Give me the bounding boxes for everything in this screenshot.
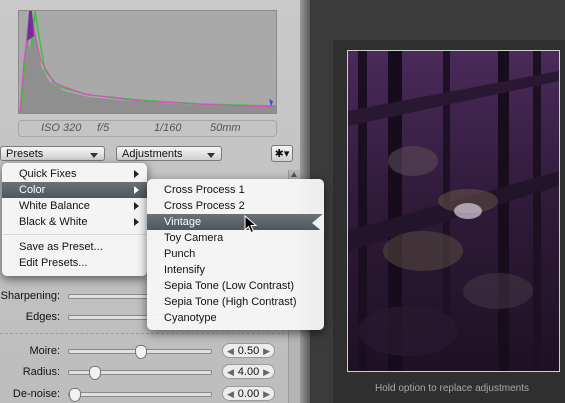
color-submenu: Cross Process 1 Cross Process 2 Vintage … — [147, 179, 324, 330]
presets-menu: Quick Fixes Color White Balance Black & … — [2, 163, 147, 276]
menu-item-quick-fixes[interactable]: Quick Fixes — [2, 166, 147, 182]
menu-item-label: White Balance — [19, 200, 90, 212]
adjustments-label: Adjustments — [122, 148, 183, 160]
exif-info: ISO 320 f/5 1/160 50mm — [18, 120, 277, 137]
scroll-up-icon[interactable] — [291, 172, 297, 177]
gear-button[interactable]: ✱▾ — [271, 145, 293, 162]
menu-item-cross-process-2[interactable]: Cross Process 2 — [147, 198, 324, 214]
chevron-down-icon — [207, 153, 215, 158]
aperture-value: f/5 — [97, 122, 110, 134]
radius-label: Radius: — [22, 366, 60, 378]
decrement-icon[interactable]: ◀ — [227, 387, 234, 402]
decrement-icon[interactable]: ◀ — [227, 344, 234, 359]
submenu-arrow-icon — [134, 186, 139, 194]
menu-item-sepia-low[interactable]: Sepia Tone (Low Contrast) — [147, 278, 324, 294]
menu-item-edit-presets[interactable]: Edit Presets... — [2, 255, 147, 271]
gear-icon: ✱▾ — [274, 148, 290, 160]
submenu-arrow-icon — [134, 170, 139, 178]
viewer-hint: Hold option to replace adjustments — [375, 383, 529, 394]
radius-slider[interactable] — [68, 366, 212, 380]
menu-item-punch[interactable]: Punch — [147, 246, 324, 262]
moire-slider[interactable] — [68, 345, 212, 359]
divider — [0, 333, 290, 335]
radius-stepper[interactable]: ◀ 4.00 ▶ — [222, 364, 275, 379]
menu-item-save-as-preset[interactable]: Save as Preset... — [2, 239, 147, 255]
moire-value[interactable]: 0.50 — [238, 345, 259, 357]
submenu-arrow-icon — [134, 202, 139, 210]
menu-separator — [3, 234, 146, 235]
denoise-slider[interactable] — [68, 388, 212, 402]
denoise-stepper[interactable]: ◀ 0.00 ▶ — [222, 386, 275, 401]
menu-item-intensify[interactable]: Intensify — [147, 262, 324, 278]
chevron-down-icon — [90, 153, 98, 158]
mouse-cursor-icon — [244, 215, 258, 234]
increment-icon[interactable]: ▶ — [263, 387, 270, 402]
presets-label: Presets — [6, 148, 44, 160]
moire-stepper[interactable]: ◀ 0.50 ▶ — [222, 343, 275, 358]
denoise-slider-knob[interactable] — [69, 388, 81, 402]
denoise-value[interactable]: 0.00 — [238, 388, 259, 400]
histogram — [18, 10, 277, 114]
menu-item-label: Quick Fixes — [19, 168, 77, 180]
menu-item-cyanotype[interactable]: Cyanotype — [147, 310, 324, 326]
presets-popup[interactable]: Presets — [0, 146, 105, 161]
shutter-value: 1/160 — [154, 122, 182, 134]
menu-item-sepia-high[interactable]: Sepia Tone (High Contrast) — [147, 294, 324, 310]
edges-label: Edges: — [25, 311, 60, 323]
iso-value: ISO 320 — [41, 122, 82, 134]
moire-label: Moire: — [29, 345, 60, 357]
menu-item-black-white[interactable]: Black & White — [2, 214, 147, 230]
preview-callout-arrow — [312, 213, 324, 233]
menu-item-label: Color — [19, 184, 46, 196]
focal-length-value: 50mm — [210, 122, 241, 134]
increment-icon[interactable]: ▶ — [263, 344, 270, 359]
menu-item-label: Black & White — [19, 216, 88, 228]
denoise-label: De-noise: — [12, 388, 60, 400]
moire-slider-knob[interactable] — [135, 345, 147, 359]
menu-item-color[interactable]: Color — [2, 182, 147, 198]
submenu-arrow-icon — [134, 218, 139, 226]
adjustments-popup[interactable]: Adjustments — [116, 146, 222, 161]
menu-item-cross-process-1[interactable]: Cross Process 1 — [147, 182, 324, 198]
decrement-icon[interactable]: ◀ — [227, 365, 234, 380]
sharpening-label: Sharpening: — [0, 290, 60, 302]
menu-item-toy-camera[interactable]: Toy Camera — [147, 230, 324, 246]
menu-item-vintage[interactable]: Vintage — [147, 214, 324, 230]
radius-slider-knob[interactable] — [88, 366, 101, 380]
preview-photo — [347, 50, 560, 372]
increment-icon[interactable]: ▶ — [263, 365, 270, 380]
radius-value[interactable]: 4.00 — [238, 366, 259, 378]
menu-item-white-balance[interactable]: White Balance — [2, 198, 147, 214]
